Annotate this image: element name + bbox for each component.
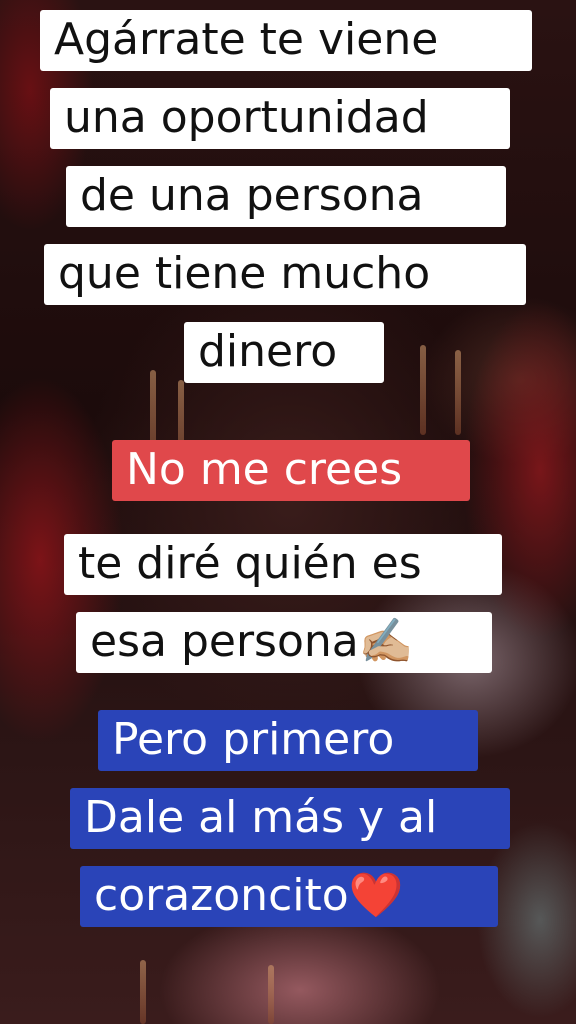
caption-line: que tiene mucho [44,244,526,305]
caption-line: Agárrate te viene [40,10,532,71]
candle [420,345,426,435]
candle [140,960,146,1024]
caption-line-cta: corazoncito❤️ [80,866,498,927]
caption-line: esa persona✍🏼 [76,612,492,673]
candle [268,965,274,1024]
caption-line: dinero [184,322,384,383]
candle [455,350,461,435]
caption-line-highlight: No me crees [112,440,470,501]
caption-line-cta: Dale al más y al [70,788,510,849]
caption-line: de una persona [66,166,506,227]
caption-line: te diré quién es [64,534,502,595]
caption-line: una oportunidad [50,88,510,149]
caption-line-cta: Pero primero [98,710,478,771]
